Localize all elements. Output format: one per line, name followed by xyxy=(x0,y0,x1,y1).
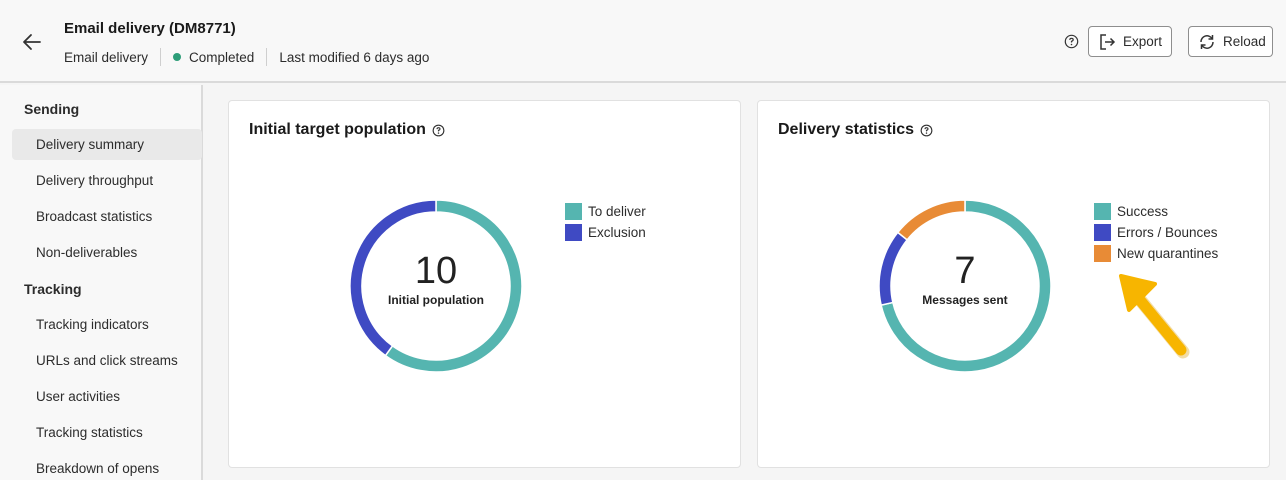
legend-swatch xyxy=(1094,245,1111,262)
export-icon xyxy=(1100,33,1116,50)
sidebar-section-sending: Sending xyxy=(24,101,80,117)
legend-item: To deliver xyxy=(565,201,646,222)
help-icon[interactable] xyxy=(432,124,445,137)
legend-item: New quarantines xyxy=(1094,243,1218,264)
sidebar-item-delivery-throughput[interactable]: Delivery throughput xyxy=(12,165,202,196)
card-title-text: Initial target population xyxy=(249,121,426,138)
annotation-arrow-icon xyxy=(1119,274,1190,359)
help-icon[interactable] xyxy=(920,124,933,137)
delivery-type: Email delivery xyxy=(64,49,149,65)
back-arrow-icon[interactable] xyxy=(20,30,44,54)
reload-icon xyxy=(1200,34,1214,49)
sidebar-item-tracking-indicators[interactable]: Tracking indicators xyxy=(12,309,202,340)
chart-legend: To deliver Exclusion xyxy=(565,201,646,243)
sidebar: Sending Delivery summary Delivery throug… xyxy=(0,85,203,480)
divider xyxy=(160,48,162,66)
divider xyxy=(266,48,268,66)
last-modified: Last modified 6 days ago xyxy=(279,49,430,65)
page-title: Email delivery (DM8771) xyxy=(64,20,236,37)
top-bar: Email delivery (DM8771) Email delivery C… xyxy=(0,0,1286,83)
reload-button[interactable]: Reload xyxy=(1188,26,1273,57)
legend-item: Exclusion xyxy=(565,222,646,243)
legend-label: To deliver xyxy=(588,204,646,219)
card-title-text: Delivery statistics xyxy=(778,121,915,138)
status-badge: Completed xyxy=(189,49,255,65)
legend-label: New quarantines xyxy=(1117,246,1219,261)
legend-label: Errors / Bounces xyxy=(1117,225,1218,240)
legend-label: Exclusion xyxy=(588,225,646,240)
help-icon[interactable] xyxy=(1064,34,1079,49)
sidebar-item-tracking-statistics[interactable]: Tracking statistics xyxy=(12,417,202,448)
chart-legend: Success Errors / Bounces New quarantines xyxy=(1094,201,1218,264)
target-population-card: Initial target population 10 Initial pop… xyxy=(228,100,741,468)
sidebar-item-breakdown-of-opens[interactable]: Breakdown of opens xyxy=(12,453,202,480)
sidebar-item-urls-click-streams[interactable]: URLs and click streams xyxy=(12,345,202,376)
legend-label: Success xyxy=(1117,204,1169,219)
export-button[interactable]: Export xyxy=(1088,26,1172,57)
card-title: Initial target population xyxy=(249,121,445,139)
sidebar-item-user-activities[interactable]: User activities xyxy=(12,381,202,412)
legend-swatch xyxy=(565,224,582,241)
donut-center-value: 10 xyxy=(414,250,458,292)
donut-center-label: Initial population xyxy=(388,293,484,307)
donut-slice-new-quarantines[interactable] xyxy=(896,199,966,241)
legend-item: Success xyxy=(1094,201,1218,222)
sidebar-item-delivery-summary[interactable]: Delivery summary xyxy=(12,129,202,160)
sidebar-item-non-deliverables[interactable]: Non-deliverables xyxy=(12,237,202,268)
sidebar-item-broadcast-statistics[interactable]: Broadcast statistics xyxy=(12,201,202,232)
status-dot-icon xyxy=(173,53,182,61)
sidebar-section-tracking: Tracking xyxy=(24,281,82,297)
card-title: Delivery statistics xyxy=(778,121,933,139)
legend-item: Errors / Bounces xyxy=(1094,222,1218,243)
legend-swatch xyxy=(565,203,582,220)
header-meta: Email delivery Completed Last modified 6… xyxy=(64,48,429,66)
donut-center-label: Messages sent xyxy=(922,293,1008,307)
legend-swatch xyxy=(1094,203,1111,220)
donut-center-value: 7 xyxy=(954,250,976,292)
reload-label: Reload xyxy=(1223,34,1266,49)
legend-swatch xyxy=(1094,224,1111,241)
export-label: Export xyxy=(1123,34,1163,49)
